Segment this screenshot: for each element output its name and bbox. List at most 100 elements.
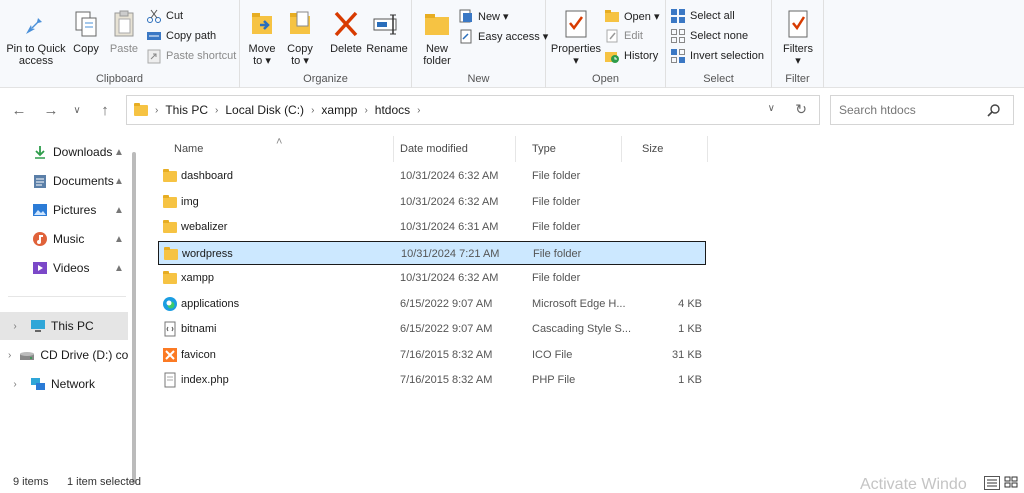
sidebar-item-label: Downloads <box>53 145 113 159</box>
breadcrumb-separator: › <box>364 104 368 116</box>
forward-arrow-icon[interactable]: → <box>40 101 62 121</box>
delete-button[interactable]: Delete <box>328 8 364 55</box>
invert-selection-button[interactable]: Invert selection <box>670 47 764 65</box>
expand-chevron-icon[interactable]: › <box>8 379 22 390</box>
organize-group: Move to ▾ Copy to ▾ Delete Rename Organi… <box>240 0 412 88</box>
folder-icon <box>162 219 178 235</box>
new-item-button[interactable]: New ▾ <box>458 7 509 25</box>
file-row-webalizer[interactable]: webalizer 10/31/2024 6:31 AM File folder <box>158 215 706 239</box>
computer-icon <box>30 318 46 334</box>
sidebar-item-music[interactable]: Music ▲ <box>0 225 128 253</box>
address-dropdown-icon[interactable]: ∨ <box>768 103 775 114</box>
paste-shortcut-label: Paste shortcut <box>166 50 237 62</box>
pin-icon[interactable]: ▲ <box>114 147 124 158</box>
sidebar-item-downloads[interactable]: Downloads ▲ <box>0 138 128 166</box>
breadcrumb-htdocs[interactable]: htdocs <box>375 103 410 117</box>
new-folder-icon <box>421 8 453 40</box>
sidebar-scrollbar[interactable] <box>132 152 136 484</box>
sidebar-item-pictures[interactable]: Pictures ▲ <box>0 196 128 224</box>
copy-button[interactable]: Copy <box>70 8 102 55</box>
ribbon: Pin to Quick access Copy Paste Cut Copy … <box>0 0 1024 88</box>
select-none-button[interactable]: Select none <box>670 27 748 45</box>
new-folder-button[interactable]: New folder <box>420 8 454 67</box>
refresh-icon[interactable]: ↻ <box>795 101 807 118</box>
column-header-type[interactable]: Type <box>516 136 622 162</box>
sidebar-item-label: Documents <box>53 174 114 188</box>
clipboard-group-label: Clipboard <box>95 73 144 85</box>
open-button[interactable]: Open ▾ <box>604 7 660 25</box>
easy-access-button[interactable]: Easy access ▾ <box>458 27 548 45</box>
documents-icon <box>32 173 48 189</box>
move-to-button[interactable]: Move to ▾ <box>246 8 278 67</box>
select-all-button[interactable]: Select all <box>670 7 735 25</box>
file-row-bitnami[interactable]: bitnami 6/15/2022 9:07 AM Cascading Style … <box>158 317 706 341</box>
breadcrumb-xampp[interactable]: xampp <box>321 103 357 117</box>
file-row-favicon[interactable]: favicon 7/16/2015 8:32 AM ICO File 31 KB <box>158 343 706 367</box>
filters-button[interactable]: Filters ▾ <box>778 8 818 67</box>
up-arrow-icon[interactable]: ↑ <box>94 101 116 121</box>
file-name-cell: webalizer <box>162 215 392 239</box>
pin-icon[interactable]: ▲ <box>114 234 124 245</box>
breadcrumb-this-pc[interactable]: This PC <box>165 103 208 117</box>
cut-button[interactable]: Cut <box>146 7 183 25</box>
copy-path-label: Copy path <box>166 30 217 42</box>
filter-group-label: Filter <box>785 73 810 85</box>
paste-shortcut-button[interactable]: Paste shortcut <box>146 47 236 65</box>
file-row-dashboard[interactable]: dashboard 10/31/2024 6:32 AM File folder <box>158 164 706 188</box>
recent-locations-icon[interactable]: ∨ <box>66 101 88 121</box>
sidebar-item-documents[interactable]: Documents ▲ <box>0 167 128 195</box>
copy-icon <box>70 8 102 40</box>
file-date: 6/15/2022 9:07 AM <box>400 297 493 310</box>
copy-to-label-2: to ▾ <box>291 55 309 67</box>
breadcrumb-local-disk[interactable]: Local Disk (C:) <box>225 103 304 117</box>
details-view-toggle-icon[interactable] <box>984 476 1000 490</box>
select-none-label: Select none <box>690 30 749 42</box>
column-header-size[interactable]: Size <box>626 136 708 162</box>
sidebar-item-videos[interactable]: Videos ▲ <box>0 254 128 282</box>
sidebar-item-label: Music <box>53 232 85 246</box>
edit-button[interactable]: Edit <box>604 27 643 45</box>
pin-to-quick-access-button[interactable]: Pin to Quick access <box>4 8 68 67</box>
sidebar-item-this-pc[interactable]: › This PC <box>0 312 128 340</box>
filters-label: Filters <box>783 43 813 55</box>
pin-icon[interactable]: ▲ <box>114 205 124 216</box>
activate-windows-watermark: Activate Windo <box>860 476 967 493</box>
pin-icon[interactable]: ▲ <box>114 263 124 274</box>
file-row-index-php[interactable]: index.php 7/16/2015 8:32 AM PHP File 1 KB <box>158 368 706 392</box>
file-row-applications[interactable]: applications 6/15/2022 9:07 AM Microsoft E… <box>158 292 706 316</box>
file-type: File folder <box>532 170 581 182</box>
expand-chevron-icon[interactable]: › <box>8 350 11 361</box>
address-bar[interactable]: › This PC › Local Disk (C:) › xampp › ht… <box>126 95 820 125</box>
paste-icon <box>108 8 140 40</box>
edit-icon <box>604 28 620 44</box>
file-row-xampp[interactable]: xampp 10/31/2024 6:32 AM File folder <box>158 266 706 290</box>
back-arrow-icon[interactable]: ← <box>8 101 30 121</box>
copy-to-button[interactable]: Copy to ▾ <box>284 8 316 67</box>
history-icon <box>604 48 620 64</box>
sidebar-item-cd-drive[interactable]: › CD Drive (D:) co <box>0 341 128 369</box>
copy-path-button[interactable]: Copy path <box>146 27 216 45</box>
sidebar-item-network[interactable]: › Network <box>0 370 128 398</box>
invert-selection-icon <box>670 48 686 64</box>
paste-shortcut-icon <box>146 48 162 64</box>
file-row-wordpress[interactable]: wordpress 10/31/2024 7:21 AM File folder <box>158 240 706 266</box>
pictures-icon <box>32 202 48 218</box>
file-name-cell: wordpress <box>163 242 393 266</box>
pin-icon[interactable]: ▲ <box>114 176 124 187</box>
file-row-img[interactable]: img 10/31/2024 6:32 AM File folder <box>158 190 706 214</box>
column-header-name[interactable]: Name ˄ <box>158 136 394 162</box>
large-icons-view-toggle-icon[interactable] <box>1004 476 1020 490</box>
history-button[interactable]: History <box>604 47 658 65</box>
file-name: xampp <box>181 272 215 284</box>
column-header-date[interactable]: Date modified <box>384 136 516 162</box>
expand-chevron-icon[interactable]: › <box>8 321 22 332</box>
paste-button[interactable]: Paste <box>108 8 140 55</box>
file-name: favicon <box>181 348 216 361</box>
filter-group: Filters ▾ Filter <box>772 0 824 88</box>
properties-button[interactable]: Properties ▾ <box>550 8 602 67</box>
file-name-cell: bitnami <box>162 317 392 341</box>
open-group: Properties ▾ Open ▾ Edit History Open <box>546 0 666 88</box>
open-label: Open ▾ <box>624 10 660 23</box>
search-input[interactable]: Search htdocs <box>830 95 1014 125</box>
rename-button[interactable]: Rename <box>366 8 408 55</box>
